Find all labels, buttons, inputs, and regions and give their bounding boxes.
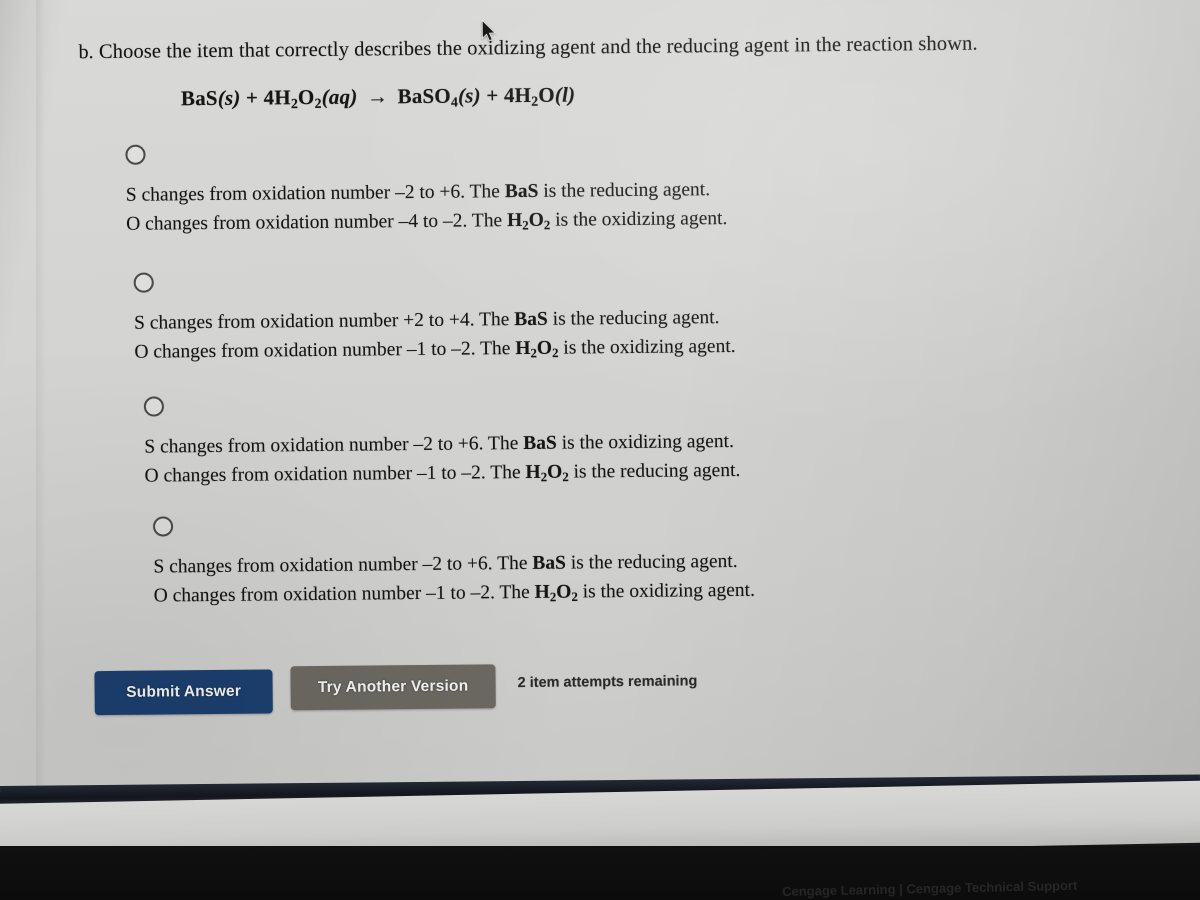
- option-b-line2-formula: H2O2: [515, 337, 559, 361]
- try-another-version-button[interactable]: Try Another Version: [290, 664, 496, 711]
- answer-option-d-text: S changes from oxidation number –2 to +6…: [153, 545, 974, 616]
- option-c-line2-pre: O changes from oxidation number –1 to –2…: [144, 461, 526, 487]
- equation-reactant-1-state: (s): [217, 85, 241, 110]
- equation-product-1: BaSO: [397, 83, 452, 109]
- option-b-line1-formula: BaS: [514, 308, 548, 331]
- answer-option-c-text: S changes from oxidation number –2 to +6…: [144, 425, 965, 496]
- reaction-arrow-icon: →: [366, 84, 389, 109]
- option-c-line1-post: is the oxidizing agent.: [556, 430, 734, 454]
- option-a-line2-post: is the oxidizing agent.: [550, 208, 728, 231]
- attempts-remaining-text: 2 item attempts remaining: [517, 673, 698, 692]
- option-a-line2-formula: H2O2: [506, 209, 551, 233]
- action-bar: Submit Answer Try Another Version 2 item…: [94, 664, 698, 716]
- equation-reactant-2-mid: O: [297, 84, 315, 110]
- radio-button-option-c[interactable]: [143, 396, 165, 417]
- radio-button-option-b[interactable]: [133, 272, 154, 293]
- option-d-line1-pre: S changes from oxidation number –2 to +6…: [153, 552, 533, 578]
- equation-product-2-coeff: 4H: [503, 82, 532, 108]
- equation-product-1-state: (s): [457, 83, 481, 108]
- option-d-line2-formula: H2O2: [534, 581, 578, 605]
- chemical-equation: BaS(s) + 4H2O2(aq) → BaSO4(s) + 4H2O(l): [181, 82, 576, 113]
- answer-option-b-line-2: O changes from oxidation number –1 to –2…: [134, 330, 954, 372]
- option-c-line2-formula: H2O2: [525, 461, 569, 485]
- answer-option-a-line-2: O changes from oxidation number –4 to –2…: [126, 202, 946, 244]
- submit-answer-button[interactable]: Submit Answer: [94, 669, 273, 716]
- equation-product-2-state: (l): [554, 82, 576, 107]
- option-d-line2-pre: O changes from oxidation number –1 to –2…: [153, 581, 535, 607]
- equation-reactant-1: BaS: [180, 85, 218, 111]
- answer-option-d-line-2: O changes from oxidation number –1 to –2…: [154, 574, 974, 616]
- option-c-line1-pre: S changes from oxidation number –2 to +6…: [144, 432, 524, 458]
- screenshot-photo: b. Choose the item that correctly descri…: [0, 0, 1200, 900]
- answer-option-d[interactable]: S changes from oxidation number –2 to +6…: [152, 509, 974, 616]
- answer-option-b-text: S changes from oxidation number +2 to +4…: [134, 301, 955, 372]
- option-b-line2-post: is the oxidizing agent.: [558, 335, 736, 359]
- question-prompt: b. Choose the item that correctly descri…: [78, 33, 977, 65]
- radio-button-option-d[interactable]: [152, 516, 174, 537]
- option-d-line1-post: is the reducing agent.: [565, 550, 738, 574]
- option-a-line1-post: is the reducing agent.: [538, 179, 711, 202]
- option-d-line2-post: is the oxidizing agent.: [577, 579, 756, 603]
- equation-plus-2: +: [486, 83, 499, 108]
- equation-plus-1: +: [245, 85, 259, 110]
- option-c-line2-post: is the reducing agent.: [568, 459, 741, 483]
- option-a-line1-formula: BaS: [504, 180, 539, 203]
- answer-option-c[interactable]: S changes from oxidation number –2 to +6…: [143, 389, 965, 496]
- question-text: Choose the item that correctly describes…: [98, 32, 978, 64]
- option-b-line2-pre: O changes from oxidation number –1 to –2…: [134, 338, 516, 363]
- radio-button-option-a[interactable]: [125, 144, 146, 165]
- option-a-line2-pre: O changes from oxidation number –4 to –2…: [126, 210, 508, 235]
- answer-option-c-line-2: O changes from oxidation number –1 to –2…: [144, 454, 964, 496]
- option-a-line1-pre: S changes from oxidation number –2 to +6…: [125, 181, 505, 206]
- answer-option-a[interactable]: S changes from oxidation number –2 to +6…: [125, 137, 946, 244]
- option-c-line1-formula: BaS: [523, 432, 557, 454]
- option-b-line1-post: is the reducing agent.: [547, 307, 720, 330]
- equation-reactant-2-coeff: 4H: [263, 85, 291, 110]
- equation-product-2-mid: O: [538, 82, 555, 107]
- question-page-content: b. Choose the item that correctly descri…: [0, 0, 1200, 792]
- question-label: b.: [78, 41, 94, 64]
- answer-option-b[interactable]: S changes from oxidation number +2 to +4…: [133, 265, 955, 372]
- option-d-line1-formula: BaS: [532, 552, 567, 574]
- equation-reactant-2-state: (aq): [321, 84, 358, 109]
- option-b-line1-pre: S changes from oxidation number +2 to +4…: [134, 309, 515, 334]
- answer-option-a-text: S changes from oxidation number –2 to +6…: [126, 173, 947, 244]
